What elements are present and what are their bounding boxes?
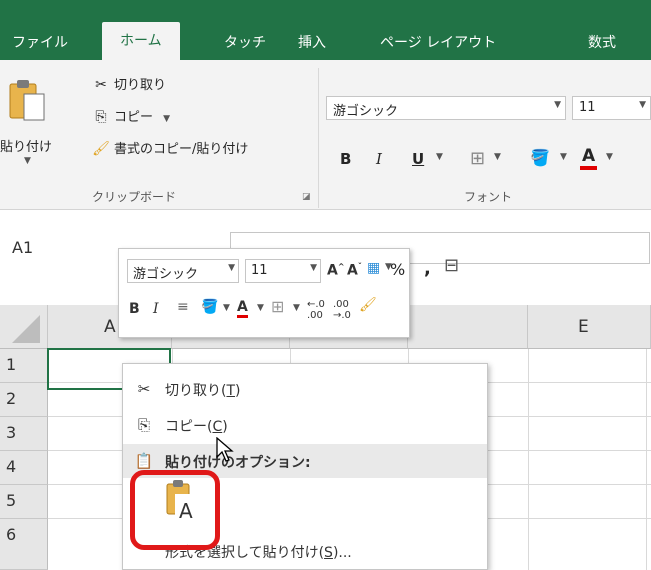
mini-font-size-dropdown-icon[interactable]: ▼ <box>310 263 317 273</box>
percent-style-button[interactable]: % <box>390 260 405 279</box>
menu-copy-tail: ) <box>222 419 228 435</box>
mini-font-name-box[interactable]: 游ゴシック ▼ <box>127 259 239 283</box>
mini-font-size-value: 11 <box>251 263 268 278</box>
mini-borders-icon[interactable]: ⊞ <box>271 297 284 316</box>
underline-button[interactable]: U <box>412 150 424 168</box>
mini-format-painter-icon[interactable]: 🖌 <box>359 297 377 313</box>
increase-font-icon[interactable]: A^ <box>327 262 345 279</box>
format-painter-button[interactable]: 🖌 書式のコピー/貼り付け <box>92 138 248 157</box>
menu-copy-label: コピー( <box>165 419 213 435</box>
mini-bold-button[interactable]: B <box>129 301 140 317</box>
decrease-font-icon[interactable]: Aˇ <box>347 262 362 279</box>
cell-styles-icon[interactable]: ▦ <box>367 260 380 276</box>
font-name-value: 游ゴシック <box>333 104 399 119</box>
tab-file[interactable]: ファイル <box>4 26 76 60</box>
align-center-icon[interactable]: ≡ <box>177 299 189 315</box>
select-all-icon <box>12 315 40 343</box>
font-size-dropdown-icon[interactable]: ▼ <box>639 100 646 110</box>
paste-button[interactable]: 貼り付け <box>0 136 52 155</box>
mini-font-color-dropdown-icon[interactable]: ▼ <box>257 303 264 313</box>
grid-line <box>646 349 647 570</box>
font-group-label: フォント <box>464 190 513 204</box>
select-all-corner[interactable] <box>0 305 48 349</box>
comma-style-button[interactable]: , <box>424 258 431 279</box>
clipboard-group-label: クリップボード <box>92 190 177 204</box>
name-box[interactable]: A1 <box>0 230 110 270</box>
row-header-1[interactable]: 1 <box>0 349 48 383</box>
menu-cut-tail: ) <box>235 383 241 399</box>
tab-insert[interactable]: 挿入 <box>290 26 334 60</box>
format-painter-icon: 🖌 <box>92 141 110 157</box>
clipboard-icon: 📋 <box>134 452 154 470</box>
cut-button[interactable]: ✂ 切り取り <box>92 74 166 93</box>
tab-page-layout[interactable]: ページ レイアウト <box>372 26 504 60</box>
font-size-box[interactable]: 11 ▼ <box>572 96 651 120</box>
copy-dropdown-icon[interactable]: ▼ <box>163 114 170 124</box>
mini-borders-dropdown-icon[interactable]: ▼ <box>293 303 300 313</box>
cut-label: 切り取り <box>114 78 167 93</box>
underline-dropdown-icon[interactable]: ▼ <box>436 152 443 162</box>
font-color-dropdown-icon[interactable]: ▼ <box>606 152 613 162</box>
mini-font-color-icon[interactable]: A <box>237 299 248 318</box>
mouse-pointer-icon <box>216 437 234 462</box>
row-header-6[interactable]: 6 <box>0 519 48 570</box>
italic-button[interactable]: I <box>376 150 382 168</box>
paste-options-label: 貼り付けのオプション: <box>165 455 311 471</box>
scissors-icon: ✂ <box>137 380 151 398</box>
ribbon-tab-bar: ファイル ホーム タッチ 挿入 ページ レイアウト 数式 <box>0 0 651 60</box>
mini-fill-color-icon[interactable]: 🪣 <box>201 299 218 315</box>
format-painter-label: 書式のコピー/貼り付け <box>114 142 249 157</box>
column-header-e[interactable]: E <box>528 305 651 349</box>
row-header-5[interactable]: 5 <box>0 485 48 519</box>
menu-cut-accelerator: T <box>226 383 236 399</box>
decrease-decimal-icon[interactable]: .00 →.0 <box>333 299 351 321</box>
mini-fill-dropdown-icon[interactable]: ▼ <box>223 303 230 313</box>
group-separator <box>318 68 319 208</box>
number-format-icon[interactable]: ⊟ <box>444 255 459 276</box>
increase-decimal-icon[interactable]: ←.0.00 <box>307 299 325 321</box>
font-size-value: 11 <box>579 100 596 115</box>
menu-copy-accelerator: C <box>212 419 223 435</box>
menu-cut-label: 切り取り( <box>165 383 227 399</box>
menu-paste-special-tail: )... <box>332 545 352 561</box>
font-name-box[interactable]: 游ゴシック ▼ <box>326 96 566 120</box>
mini-font-size-box[interactable]: 11 ▼ <box>245 259 321 283</box>
red-highlight-box <box>130 470 220 550</box>
ribbon: 貼り付け ▼ ✂ 切り取り ⎘ コピー ▼ 🖌 書式のコピー/貼り付け クリップボード… <box>0 60 651 210</box>
mini-font-name-dropdown-icon[interactable]: ▼ <box>228 263 235 273</box>
paste-icon[interactable] <box>8 78 48 126</box>
font-name-dropdown-icon[interactable]: ▼ <box>554 100 561 110</box>
copy-button[interactable]: ⎘ コピー ▼ <box>92 106 170 125</box>
mini-toolbar: 游ゴシック ▼ 11 ▼ A^ Aˇ ▦ ▼ B I ≡ 🪣 ▼ A ▼ ⊞ ▼… <box>118 248 410 338</box>
row-header-3[interactable]: 3 <box>0 417 48 451</box>
borders-dropdown-icon[interactable]: ▼ <box>494 152 501 162</box>
menu-item-cut[interactable]: ✂ 切り取り(T) <box>123 372 487 406</box>
clipboard-launcher-icon[interactable]: ◪ <box>302 192 311 202</box>
row-header-4[interactable]: 4 <box>0 451 48 485</box>
fill-color-dropdown-icon[interactable]: ▼ <box>560 152 567 162</box>
copy-icon: ⎘ <box>137 416 150 434</box>
tab-formulas[interactable]: 数式 <box>580 26 624 60</box>
column-header-d[interactable] <box>408 305 528 349</box>
fill-color-icon[interactable]: 🪣 <box>530 148 550 167</box>
mini-italic-button[interactable]: I <box>153 301 159 317</box>
paste-dropdown-icon[interactable]: ▼ <box>24 156 31 166</box>
row-header-2[interactable]: 2 <box>0 383 48 417</box>
scissors-icon: ✂ <box>95 77 107 93</box>
mini-font-name-value: 游ゴシック <box>133 267 199 282</box>
copy-icon: ⎘ <box>95 109 107 125</box>
menu-paste-special-accelerator: S <box>324 545 333 561</box>
tab-touch[interactable]: タッチ <box>216 26 274 60</box>
font-color-icon[interactable]: A <box>580 146 598 170</box>
menu-item-copy[interactable]: ⎘ コピー(C) <box>123 408 487 442</box>
borders-icon[interactable]: ⊞ <box>470 148 485 169</box>
grid-line <box>528 349 529 570</box>
copy-label: コピー <box>114 110 154 125</box>
tab-home[interactable]: ホーム <box>102 22 180 60</box>
bold-button[interactable]: B <box>340 150 351 168</box>
